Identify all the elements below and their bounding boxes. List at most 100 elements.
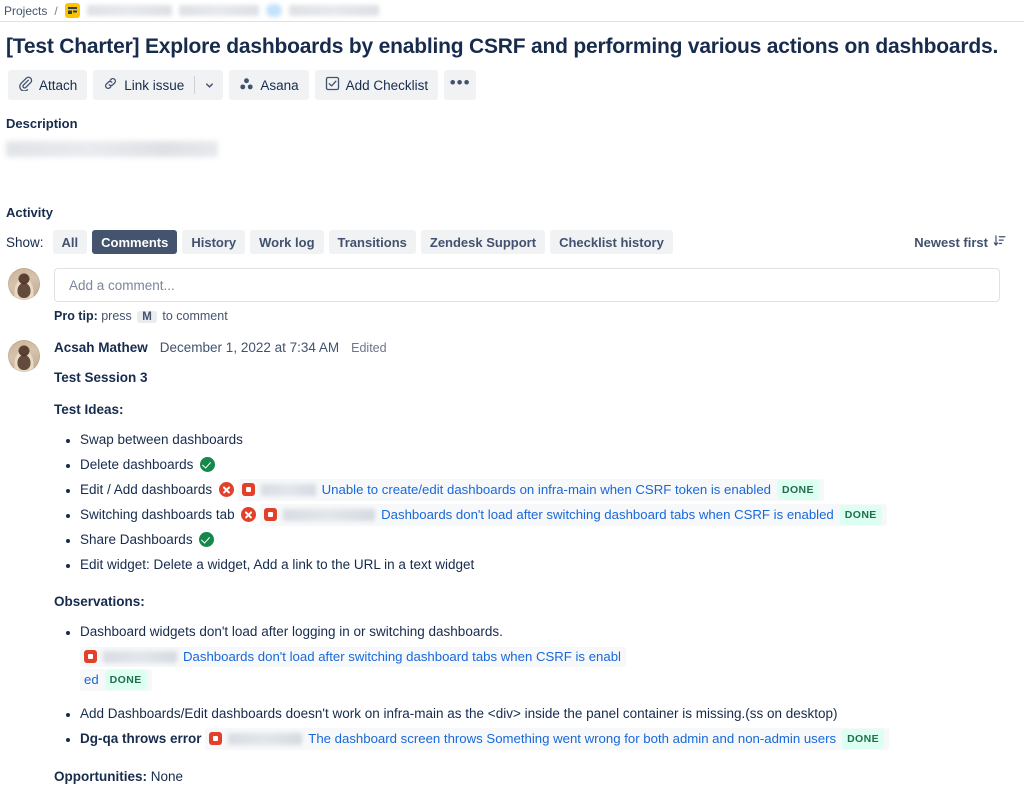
checkbox-icon bbox=[325, 76, 340, 94]
observation-text: Dashboard widgets don't load after loggi… bbox=[80, 624, 503, 639]
list-item: Dashboard widgets don't load after loggi… bbox=[80, 619, 1012, 669]
link-issue-split-button: Link issue bbox=[93, 70, 224, 100]
list-item: Share Dashboards bbox=[80, 527, 1012, 552]
issue-smart-link[interactable]: Dashboards don't load after switching da… bbox=[80, 646, 626, 667]
tab-transitions[interactable]: Transitions bbox=[328, 230, 416, 254]
check-circle-icon bbox=[200, 457, 216, 472]
sort-order-label: Newest first bbox=[914, 234, 988, 250]
pro-tip: Pro tip: press M to comment bbox=[0, 302, 1024, 323]
observations-list-continued: Add Dashboards/Edit dashboards doesn't w… bbox=[54, 701, 1012, 751]
add-checklist-label: Add Checklist bbox=[345, 77, 429, 93]
link-icon bbox=[103, 76, 118, 94]
avatar bbox=[8, 340, 40, 372]
description-redacted-content bbox=[6, 141, 218, 157]
tab-zendesk-support[interactable]: Zendesk Support bbox=[420, 230, 546, 254]
observation-text-bold: Dg-qa throws error bbox=[80, 731, 202, 746]
issue-key-redacted bbox=[260, 483, 316, 496]
more-actions-button[interactable]: ••• bbox=[444, 70, 477, 100]
issue-link-title-overflow[interactable]: ed bbox=[84, 671, 99, 689]
list-item: Delete dashboards bbox=[80, 452, 1012, 477]
status-badge: DONE bbox=[842, 728, 885, 749]
test-idea-text: Share Dashboards bbox=[80, 532, 193, 547]
sort-order-button[interactable]: Newest first bbox=[908, 233, 1012, 251]
issue-link-title[interactable]: Dashboards don't load after switching da… bbox=[183, 648, 621, 666]
test-ideas-list: Swap between dashboards Delete dashboard… bbox=[54, 427, 1012, 577]
sort-descending-icon bbox=[993, 234, 1006, 250]
add-comment-input[interactable] bbox=[54, 268, 1000, 302]
list-item: Edit / Add dashboards Unable to create/e… bbox=[80, 477, 1012, 502]
comment-header: Acsah Mathew December 1, 2022 at 7:34 AM… bbox=[54, 340, 1012, 355]
breadcrumb: Projects / bbox=[0, 0, 1024, 22]
check-circle-icon bbox=[199, 532, 215, 547]
opportunities-line: Opportunities: None bbox=[54, 769, 1012, 784]
issue-smart-link-continued[interactable]: ed DONE bbox=[80, 669, 152, 691]
observations-list: Dashboard widgets don't load after loggi… bbox=[54, 619, 1012, 669]
show-label: Show: bbox=[6, 234, 44, 250]
activity-label: Activity bbox=[6, 205, 53, 220]
issue-smart-link[interactable]: The dashboard screen throws Something we… bbox=[205, 727, 890, 750]
test-idea-text: Edit / Add dashboards bbox=[80, 482, 213, 497]
issue-smart-link[interactable]: Unable to create/edit dashboards on infr… bbox=[237, 478, 824, 501]
comment-title: Test Session 3 bbox=[54, 370, 148, 385]
attach-button[interactable]: Attach bbox=[8, 70, 88, 100]
test-ideas-heading: Test Ideas: bbox=[54, 402, 124, 417]
list-item: Swap between dashboards bbox=[80, 427, 1012, 452]
attach-label: Attach bbox=[39, 77, 78, 93]
list-item: Switching dashboards tab Dashboards don'… bbox=[80, 502, 1012, 527]
bug-icon bbox=[209, 732, 223, 745]
comment-edited-flag: Edited bbox=[351, 341, 387, 355]
list-item: Dg-qa throws error The dashboard screen … bbox=[80, 726, 1012, 751]
comment-timestamp[interactable]: December 1, 2022 at 7:34 AM bbox=[160, 340, 339, 355]
test-idea-text: Edit widget: Delete a widget, Add a link… bbox=[80, 557, 475, 572]
pro-tip-key: M bbox=[137, 311, 157, 323]
asana-label: Asana bbox=[260, 77, 299, 93]
page-title: [Test Charter] Explore dashboards by ena… bbox=[6, 35, 999, 58]
status-badge: DONE bbox=[839, 504, 882, 525]
link-issue-button[interactable]: Link issue bbox=[93, 70, 194, 100]
tab-all[interactable]: All bbox=[52, 230, 88, 254]
issue-link-title[interactable]: Dashboards don't load after switching da… bbox=[381, 506, 834, 524]
breadcrumb-projects-link[interactable]: Projects bbox=[4, 4, 47, 18]
issue-link-title[interactable]: The dashboard screen throws Something we… bbox=[308, 730, 836, 748]
issue-smart-link[interactable]: Dashboards don't load after switching da… bbox=[260, 503, 887, 526]
observation-link-overflow: ed DONE bbox=[54, 669, 1012, 691]
status-badge: DONE bbox=[104, 670, 147, 690]
list-item: Edit widget: Delete a widget, Add a link… bbox=[80, 552, 1012, 577]
test-idea-text: Switching dashboards tab bbox=[80, 507, 235, 522]
tab-history[interactable]: History bbox=[182, 230, 246, 254]
comment: Acsah Mathew December 1, 2022 at 7:34 AM… bbox=[0, 323, 1024, 794]
issue-key-redacted bbox=[228, 732, 303, 745]
tab-work-log[interactable]: Work log bbox=[250, 230, 324, 254]
comment-author[interactable]: Acsah Mathew bbox=[54, 340, 148, 355]
test-idea-text: Swap between dashboards bbox=[80, 432, 243, 447]
test-idea-text: Delete dashboards bbox=[80, 457, 194, 472]
avatar bbox=[8, 268, 40, 300]
breadcrumb-redacted-key bbox=[288, 5, 379, 16]
breadcrumb-redacted-project bbox=[86, 5, 172, 16]
chevron-down-icon[interactable] bbox=[195, 70, 223, 100]
bug-icon bbox=[84, 650, 97, 663]
pro-tip-mid: press bbox=[101, 309, 132, 323]
x-circle-icon bbox=[218, 482, 234, 497]
bug-icon bbox=[264, 508, 278, 521]
breadcrumb-redacted-item bbox=[178, 5, 259, 16]
bug-icon bbox=[241, 483, 255, 496]
issue-key-redacted bbox=[103, 650, 177, 663]
paperclip-icon bbox=[18, 76, 33, 94]
asana-icon bbox=[239, 77, 254, 94]
activity-filter-bar: Show: All Comments History Work log Tran… bbox=[0, 220, 1024, 254]
opportunities-label: Opportunities: bbox=[54, 769, 147, 784]
issue-link-title[interactable]: Unable to create/edit dashboards on infr… bbox=[322, 481, 771, 499]
breadcrumb-separator: / bbox=[54, 3, 58, 18]
asana-button[interactable]: Asana bbox=[229, 70, 309, 100]
tab-comments[interactable]: Comments bbox=[92, 230, 178, 254]
issue-toolbar: Attach Link issue Asana Add Checklist ••… bbox=[0, 60, 1024, 100]
board-icon bbox=[64, 3, 80, 18]
observation-text: Add Dashboards/Edit dashboards doesn't w… bbox=[80, 706, 838, 721]
link-issue-label: Link issue bbox=[124, 77, 185, 93]
description-label: Description bbox=[6, 116, 78, 131]
tab-checklist-history[interactable]: Checklist history bbox=[550, 230, 673, 254]
breadcrumb-redacted-avatar bbox=[265, 4, 282, 17]
opportunities-value: None bbox=[150, 769, 184, 784]
add-checklist-button[interactable]: Add Checklist bbox=[314, 70, 439, 100]
